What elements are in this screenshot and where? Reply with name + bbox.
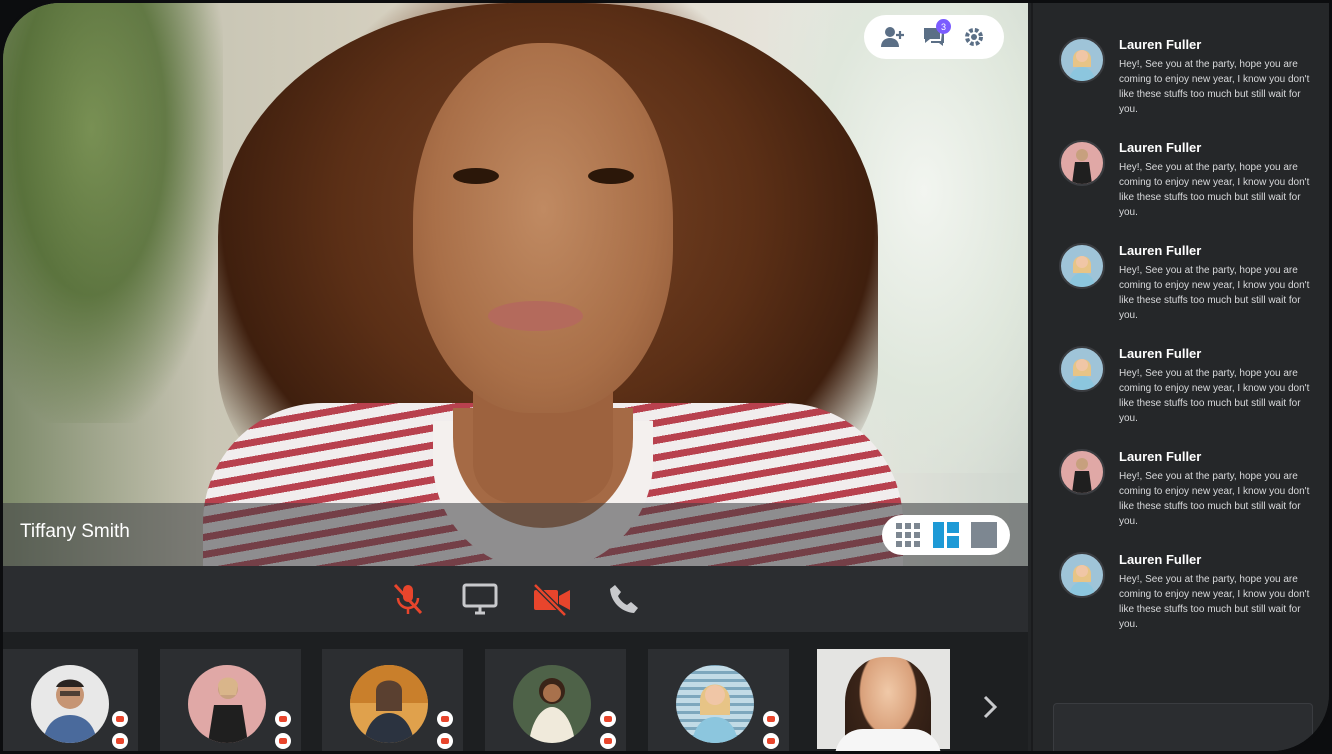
- participant-tile[interactable]: [485, 649, 626, 751]
- message-text: Hey!, See you at the party, hope you are…: [1119, 368, 1310, 424]
- mic-status-icon: [437, 733, 453, 749]
- message-text: Hey!, See you at the party, hope you are…: [1119, 162, 1310, 218]
- chat-input[interactable]: [1053, 703, 1313, 751]
- camera-off-icon[interactable]: [532, 579, 572, 619]
- message-sender: Lauren Fuller: [1119, 552, 1202, 567]
- avatar: [31, 665, 109, 743]
- speaker-eye-right: [588, 168, 634, 184]
- split-layout-icon[interactable]: [932, 521, 960, 549]
- mic-status-icon: [600, 733, 616, 749]
- avatar[interactable]: [1059, 552, 1105, 598]
- avatar[interactable]: [1059, 140, 1105, 186]
- layout-toggle: [882, 515, 1010, 555]
- avatar: [188, 665, 266, 743]
- single-layout-icon[interactable]: [970, 521, 998, 549]
- chat-message: Lauren Fuller Hey!, See you at the party…: [1057, 241, 1317, 333]
- participant-live-video[interactable]: [817, 649, 950, 751]
- main-video-feed[interactable]: 3 Tiffany Smith: [3, 3, 1028, 566]
- participants-strip: [3, 632, 1028, 751]
- call-controls: [3, 566, 1028, 632]
- grid-icon[interactable]: [894, 521, 922, 549]
- avatar[interactable]: [1059, 37, 1105, 83]
- background-plants: [3, 3, 223, 423]
- chat-message: Lauren Fuller Hey!, See you at the party…: [1057, 447, 1317, 539]
- message-text: Hey!, See you at the party, hope you are…: [1119, 59, 1310, 115]
- participant-tile[interactable]: [160, 649, 301, 751]
- avatar: [350, 665, 428, 743]
- video-status-icon: [112, 711, 128, 727]
- message-sender: Lauren Fuller: [1119, 243, 1202, 258]
- chevron-right-icon[interactable]: [975, 692, 1005, 722]
- message-text: Hey!, See you at the party, hope you are…: [1119, 471, 1310, 527]
- chat-icon[interactable]: 3: [919, 19, 951, 52]
- mic-status-icon: [275, 733, 291, 749]
- chat-message: Lauren Fuller Hey!, See you at the party…: [1057, 344, 1317, 436]
- message-text: Hey!, See you at the party, hope you are…: [1119, 574, 1310, 630]
- gear-icon[interactable]: [959, 22, 989, 52]
- avatar[interactable]: [1059, 346, 1105, 392]
- message-text: Hey!, See you at the party, hope you are…: [1119, 265, 1310, 321]
- message-sender: Lauren Fuller: [1119, 140, 1202, 155]
- avatar[interactable]: [1059, 243, 1105, 289]
- mic-status-icon: [763, 733, 779, 749]
- video-status-icon: [763, 711, 779, 727]
- mic-status-icon: [112, 733, 128, 749]
- screen-share-icon[interactable]: [460, 579, 500, 619]
- video-status-icon: [600, 711, 616, 727]
- message-sender: Lauren Fuller: [1119, 449, 1202, 464]
- video-status-icon: [275, 711, 291, 727]
- video-status-icon: [437, 711, 453, 727]
- top-actions-bar: 3: [864, 15, 1004, 59]
- speaker-eye-left: [453, 168, 499, 184]
- avatar[interactable]: [1059, 449, 1105, 495]
- avatar: [676, 665, 754, 743]
- participant-tile[interactable]: [648, 649, 789, 751]
- speaker-lips: [488, 301, 583, 331]
- chat-panel: Lauren Fuller Hey!, See you at the party…: [1031, 3, 1329, 751]
- participant-tile[interactable]: [322, 649, 463, 751]
- speaker-name-bar: Tiffany Smith: [3, 503, 1028, 566]
- chat-badge: 3: [936, 19, 951, 34]
- speaker-face: [413, 43, 673, 413]
- avatar: [513, 665, 591, 743]
- phone-icon[interactable]: [604, 579, 644, 619]
- message-sender: Lauren Fuller: [1119, 37, 1202, 52]
- chat-message: Lauren Fuller Hey!, See you at the party…: [1057, 138, 1317, 230]
- chat-message: Lauren Fuller Hey!, See you at the party…: [1057, 35, 1317, 127]
- mic-muted-icon[interactable]: [388, 579, 428, 619]
- live-participant-shirt: [835, 729, 941, 751]
- message-sender: Lauren Fuller: [1119, 346, 1202, 361]
- video-call-app: 3 Tiffany Smith Lauren Fuller Hey!, See …: [0, 0, 1332, 754]
- add-user-icon[interactable]: [879, 22, 909, 52]
- participant-tile[interactable]: [3, 649, 138, 751]
- chat-message: Lauren Fuller Hey!, See you at the party…: [1057, 550, 1317, 642]
- speaker-name: Tiffany Smith: [20, 521, 130, 542]
